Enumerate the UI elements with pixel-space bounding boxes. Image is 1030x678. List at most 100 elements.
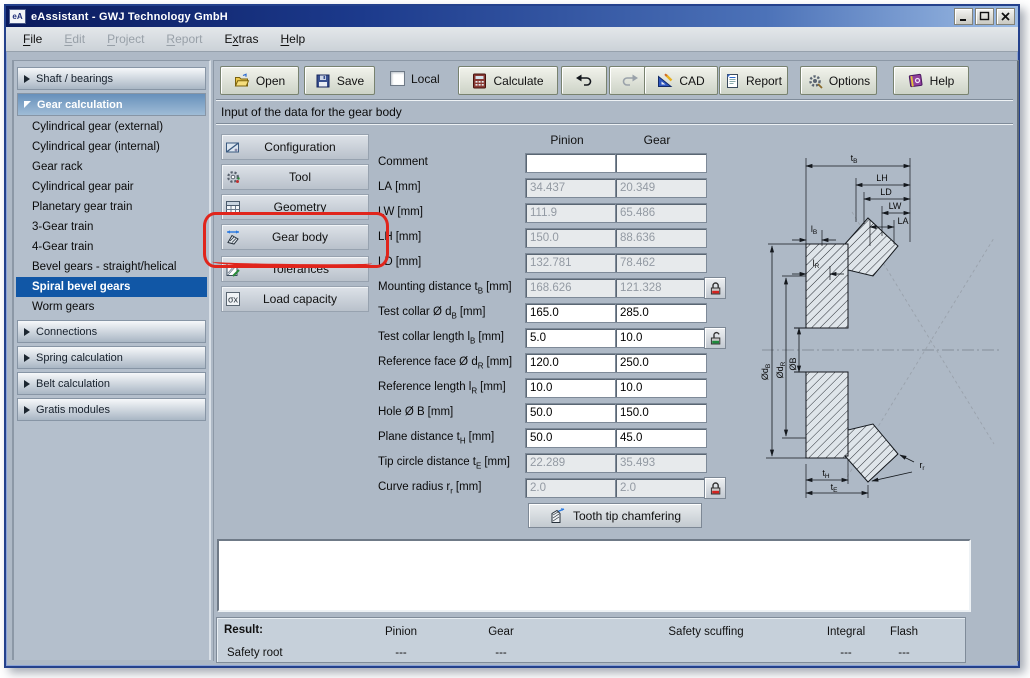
save-button[interactable]: Save — [304, 66, 375, 95]
tool-button[interactable]: Tool — [221, 164, 369, 190]
lh-gear-input[interactable] — [615, 228, 707, 248]
lock-open-icon[interactable] — [704, 327, 726, 349]
report-document-icon — [725, 73, 740, 89]
plane-distance-pinion-input[interactable] — [525, 428, 617, 448]
sidebar-item-cylindrical-gear-internal[interactable]: Cylindrical gear (internal) — [16, 137, 207, 157]
test-collar-length-pinion-input[interactable] — [525, 328, 617, 348]
load-capacity-button[interactable]: σx Load capacity — [221, 286, 369, 312]
param-label: LW[mm] — [378, 206, 423, 220]
chevron-right-icon — [24, 380, 30, 388]
sidebar-item-planetary-gear-train[interactable]: Planetary gear train — [16, 197, 207, 217]
hole-gear-input[interactable] — [615, 403, 707, 423]
sidebar-item-gear-rack[interactable]: Gear rack — [16, 157, 207, 177]
lw-gear-input[interactable] — [615, 203, 707, 223]
curve-radius-pinion-input[interactable] — [525, 478, 617, 498]
cad-icon — [657, 73, 673, 88]
tooth-tip-chamfering-button[interactable]: Tooth tip chamfering — [528, 503, 702, 528]
sidebar-item-3-gear-train[interactable]: 3-Gear train — [16, 217, 207, 237]
screenshot-stage: eA eAssistant - GWJ Technology GmbH File… — [0, 0, 1030, 678]
mounting-distance-gear-input[interactable] — [615, 278, 707, 298]
tip-circle-distance-pinion-input[interactable] — [525, 453, 617, 473]
sidebar-item-cylindrical-gear-external[interactable]: Cylindrical gear (external) — [16, 117, 207, 137]
options-button[interactable]: Options — [800, 66, 877, 95]
la-pinion-input[interactable] — [525, 178, 617, 198]
minimize-icon[interactable] — [954, 8, 973, 25]
param-label: Test collar Ø dB[mm] — [378, 306, 485, 320]
form-row-la: LA[mm] — [378, 178, 743, 198]
reference-length-gear-input[interactable] — [615, 378, 707, 398]
test-collar-diameter-pinion-input[interactable] — [525, 303, 617, 323]
reference-face-pinion-input[interactable] — [525, 353, 617, 373]
comment-pinion-input[interactable] — [525, 153, 617, 173]
sidebar-section-connections[interactable]: Connections — [17, 320, 206, 343]
subtitle-separator — [216, 123, 1013, 125]
menu-report[interactable]: Report — [155, 29, 213, 49]
sidebar-item-bevel-gears[interactable]: Bevel gears - straight/helical — [16, 257, 207, 277]
cad-button[interactable]: CAD — [644, 66, 718, 95]
sidebar-item-4-gear-train[interactable]: 4-Gear train — [16, 237, 207, 257]
lw-pinion-input[interactable] — [525, 203, 617, 223]
reference-face-gear-input[interactable] — [615, 353, 707, 373]
result-value-integral: --- — [840, 647, 852, 659]
undo-button[interactable] — [561, 66, 607, 95]
reference-length-pinion-input[interactable] — [525, 378, 617, 398]
lock-closed-icon[interactable] — [704, 277, 726, 299]
geometry-button[interactable]: Geometry — [221, 194, 369, 220]
lock-closed-icon[interactable] — [704, 477, 726, 499]
sidebar-section-gratis-modules[interactable]: Gratis modules — [17, 398, 206, 421]
app-icon: eA — [9, 9, 26, 24]
sidebar-item-cylindrical-gear-pair[interactable]: Cylindrical gear pair — [16, 177, 207, 197]
chevron-right-icon — [24, 406, 30, 414]
local-checkbox-label: Local — [411, 72, 440, 86]
tolerances-button[interactable]: Tolerances — [221, 256, 369, 282]
sidebar-section-gear-calculation[interactable]: Gear calculation — [17, 93, 206, 116]
tip-circle-distance-gear-input[interactable] — [615, 453, 707, 473]
sidebar-section-spring-calculation[interactable]: Spring calculation — [17, 346, 206, 369]
app-window: eA eAssistant - GWJ Technology GmbH File… — [4, 4, 1020, 668]
configuration-icon — [222, 140, 244, 155]
menu-extras[interactable]: Extras — [213, 29, 269, 49]
svg-text:ØdR: ØdR — [775, 361, 787, 378]
lh-pinion-input[interactable] — [525, 228, 617, 248]
sidebar-item-spiral-bevel-gears[interactable]: Spiral bevel gears — [16, 277, 207, 297]
param-label: Hole Ø B[mm] — [378, 406, 453, 420]
menu-project[interactable]: Project — [96, 29, 155, 49]
close-icon[interactable] — [996, 8, 1015, 25]
ld-gear-input[interactable] — [615, 253, 707, 273]
report-button[interactable]: Report — [719, 66, 788, 95]
local-checkbox[interactable] — [390, 71, 405, 86]
plane-distance-gear-input[interactable] — [615, 428, 707, 448]
menu-edit[interactable]: Edit — [53, 29, 96, 49]
load-capacity-icon: σx — [222, 291, 244, 307]
ld-pinion-input[interactable] — [525, 253, 617, 273]
options-tools-icon — [807, 73, 823, 89]
sidebar-section-belt-calculation[interactable]: Belt calculation — [17, 372, 206, 395]
param-label: Reference length lR[mm] — [378, 381, 506, 395]
sidebar-section-shaft-bearings[interactable]: Shaft / bearings — [17, 67, 206, 90]
configuration-button[interactable]: Configuration — [221, 134, 369, 160]
maximize-icon[interactable] — [975, 8, 994, 25]
menu-help[interactable]: Help — [269, 29, 316, 49]
page-title: Input of the data for the gear body — [221, 105, 402, 119]
la-gear-input[interactable] — [615, 178, 707, 198]
form-row-comment: Comment — [378, 153, 743, 173]
form-row-reference-length: Reference length lR[mm] — [378, 378, 743, 398]
curve-radius-gear-input[interactable] — [615, 478, 707, 498]
test-collar-length-gear-input[interactable] — [615, 328, 707, 348]
result-row-label: Safety root — [227, 647, 283, 659]
svg-text:ØdB: ØdB — [760, 364, 772, 380]
open-button[interactable]: Open — [220, 66, 299, 95]
column-header-pinion: Pinion — [525, 133, 609, 147]
param-label: Mounting distance tB[mm] — [378, 281, 512, 295]
help-button[interactable]: Help — [893, 66, 969, 95]
mounting-distance-pinion-input[interactable] — [525, 278, 617, 298]
menu-file[interactable]: File — [12, 29, 53, 49]
gear-body-button[interactable]: Gear body — [221, 224, 369, 250]
hole-pinion-input[interactable] — [525, 403, 617, 423]
chevron-right-icon — [24, 328, 30, 336]
test-collar-diameter-gear-input[interactable] — [615, 303, 707, 323]
result-value-gear: --- — [495, 647, 507, 659]
comment-gear-input[interactable] — [615, 153, 707, 173]
sidebar-item-worm-gears[interactable]: Worm gears — [16, 297, 207, 317]
calculate-button[interactable]: Calculate — [458, 66, 558, 95]
